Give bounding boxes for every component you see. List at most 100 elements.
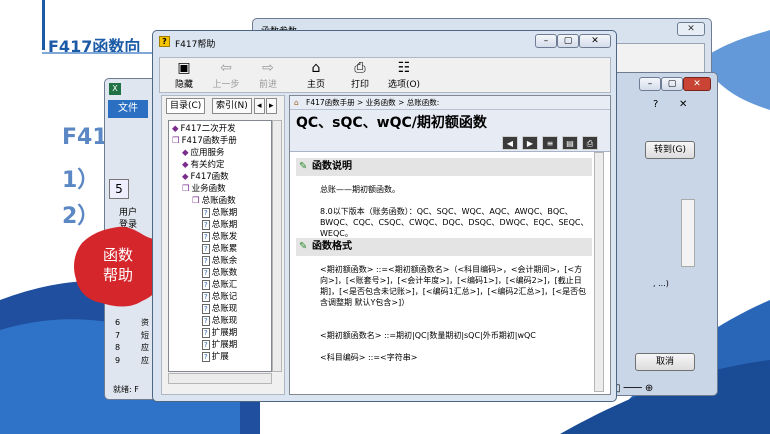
toolbar-button-print[interactable]: ⎙ 打印 — [340, 60, 380, 90]
maximize-icon[interactable]: ▢ — [557, 34, 579, 48]
toolbar-label: 打印 — [350, 80, 369, 90]
topic-title: QC、sQC、wQC/期初额函数 — [296, 115, 487, 131]
tree-item[interactable]: ? 总账现 — [202, 304, 237, 314]
topic-vertical-scrollbar[interactable] — [594, 152, 604, 392]
tree-item[interactable]: ◆ F417函数 — [182, 172, 229, 182]
cancel-button[interactable]: 取消 — [635, 353, 695, 371]
tree-item-label: 总账记 — [211, 292, 238, 302]
tree-item[interactable]: ? 总账累 — [202, 244, 237, 254]
topic-nav-button[interactable]: ▶ — [522, 136, 538, 150]
page-icon: ? — [202, 328, 210, 338]
tree-item[interactable]: ◆ 有关约定 — [182, 160, 225, 170]
page-icon: ? — [202, 304, 210, 314]
cell[interactable]: 应 — [141, 355, 149, 368]
back-icon: ⇦ — [220, 60, 232, 76]
topic-nav-button[interactable]: ◀ — [502, 136, 518, 150]
tree-item-label: 总账数 — [211, 268, 238, 278]
toolbar-button-forward[interactable]: ⇨ 前进 — [248, 60, 288, 90]
help-window-title: F417帮助 — [175, 40, 216, 50]
help-toolbar: ▣ 隐藏 ⇦ 上一步 ⇨ 前进 ⌂ 主页 ⎙ 打印 ☷ 选项(O) — [159, 57, 611, 93]
topic-pane: ⌂ F417函数手册 > 业务函数 > 总账函数: QC、sQC、wQC/期初额… — [289, 95, 611, 395]
excel-logo-icon: X — [109, 83, 121, 95]
options-icon: ☷ — [397, 60, 411, 76]
scrollbar[interactable] — [681, 199, 695, 267]
cell[interactable]: 资 — [141, 317, 149, 330]
section-paragraph: <期初额函数名> ::=期初|QC|数量期初|sQC|外币期初|wQC — [320, 331, 536, 340]
section-paragraph: <科目编码> ::=<字符串> — [320, 353, 418, 362]
tree-horizontal-scrollbar[interactable] — [168, 373, 272, 384]
row-number: 6 — [115, 318, 121, 327]
zoom-slider[interactable]: ▯ ─── ⊕ — [615, 383, 653, 394]
tree-item[interactable]: ? 总账数 — [202, 268, 237, 278]
hide-icon: ▣ — [177, 60, 191, 76]
tree-item[interactable]: ? 扩展 — [202, 352, 229, 362]
close-icon[interactable]: ✕ — [683, 77, 711, 91]
section-heading-text: 函数格式 — [312, 241, 352, 252]
page-icon: ? — [202, 232, 210, 242]
tree-item-label: F417函数手册 — [181, 136, 237, 146]
badge-line-2: 帮助 — [102, 266, 133, 284]
book-icon: ◆ — [182, 160, 189, 170]
tree-item[interactable]: ◆ 应用服务 — [182, 148, 225, 158]
home-icon: ⌂ — [311, 60, 321, 76]
tree-item-label: 有关约定 — [190, 160, 225, 170]
row-number: 7 — [115, 330, 121, 340]
help-icon[interactable]: ? — [653, 99, 658, 110]
tab-scroll-left-icon[interactable]: ◂ — [254, 98, 265, 114]
maximize-icon[interactable]: ▢ — [661, 77, 683, 91]
toolbar-button-back[interactable]: ⇦ 上一步 — [206, 60, 246, 90]
tree-item-label: 扩展期 — [211, 328, 238, 338]
minimize-icon[interactable]: – — [535, 34, 557, 48]
page-icon: ? — [202, 268, 210, 278]
tree-item[interactable]: ? 扩展期 — [202, 328, 237, 338]
help-titlebar: ? F417帮助 – ▢ ✕ — [153, 31, 616, 53]
openbook-icon: ❒ — [192, 196, 200, 206]
goto-button[interactable]: 转到(G) — [645, 141, 695, 159]
pencil-icon: ✎ — [299, 161, 308, 172]
tree-item[interactable]: ❒ 总账函数 — [192, 196, 236, 206]
tab-scroll-right-icon[interactable]: ▸ — [266, 98, 277, 114]
toolbar-button-options[interactable]: ☷ 选项(O) — [384, 60, 424, 90]
tree-item[interactable]: ? 扩展期 — [202, 340, 237, 350]
badge-line-1: 函数 — [102, 246, 133, 264]
tab-index[interactable]: 索引(N) — [212, 98, 252, 114]
topic-nav-button[interactable]: ⎙ — [582, 136, 598, 150]
tab-contents[interactable]: 目录(C) — [166, 98, 206, 114]
close-icon[interactable]: ✕ — [677, 22, 705, 36]
tree-item[interactable]: ◆ F417二次开发 — [172, 124, 236, 134]
tree-item-label: 总账发 — [211, 232, 238, 242]
section-paragraph: 8.0以下版本（账务函数）：QC、SQC、WQC、AQC、AWQC、BQC、BW… — [320, 207, 589, 238]
tree-item[interactable]: ? 总账记 — [202, 292, 237, 302]
topic-nav-button[interactable]: ▤ — [562, 136, 578, 150]
toolbar-button-hide[interactable]: ▣ 隐藏 — [164, 60, 204, 90]
cell[interactable]: 短 — [141, 330, 149, 343]
topic-nav-button[interactable]: ≡ — [542, 136, 558, 150]
close-icon[interactable]: ✕ — [579, 34, 611, 48]
tree-item-label: 总账余 — [211, 256, 238, 266]
help-window: ? F417帮助 – ▢ ✕ ▣ 隐藏 ⇦ 上一步 ⇨ 前进 ⌂ 主页 ⎙ 打印 ☷ 选项(O) 目录… — [152, 30, 617, 402]
breadcrumb-text[interactable]: F417函数手册 > 业务函数 > 总账函数: — [306, 98, 439, 107]
tree-item-label: 总账期 — [211, 220, 238, 230]
close-icon[interactable]: ✕ — [679, 99, 687, 110]
tree-item[interactable]: ? 总账期 — [202, 220, 237, 230]
page-icon: ? — [202, 220, 210, 230]
row-number: 8 — [115, 343, 121, 352]
tree-item[interactable]: ? 总账期 — [202, 208, 237, 218]
tree-item-label: 总账累 — [211, 244, 238, 254]
minimize-icon[interactable]: – — [639, 77, 661, 91]
tree-item[interactable]: ? 总账发 — [202, 232, 237, 242]
tree-vertical-scrollbar[interactable] — [272, 120, 282, 372]
tree-item[interactable]: ? 总账汇 — [202, 280, 237, 290]
tree-item[interactable]: ❒ F417函数手册 — [172, 136, 237, 146]
tree-item[interactable]: ❒ 业务函数 — [182, 184, 226, 194]
cell[interactable]: 应 — [141, 342, 149, 355]
forward-icon: ⇨ — [262, 60, 274, 76]
page-icon: ? — [202, 340, 210, 350]
pencil-icon: ✎ — [299, 241, 308, 252]
section-heading-text: 函数说明 — [312, 161, 352, 172]
toolbar-button-home[interactable]: ⌂ 主页 — [296, 60, 336, 90]
file-tab[interactable]: 文件 — [108, 100, 148, 118]
tree-item[interactable]: ? 总账余 — [202, 256, 237, 266]
tree-item[interactable]: ? 总账现 — [202, 316, 237, 326]
section-paragraph: 总账——期初额函数。 — [320, 185, 400, 194]
